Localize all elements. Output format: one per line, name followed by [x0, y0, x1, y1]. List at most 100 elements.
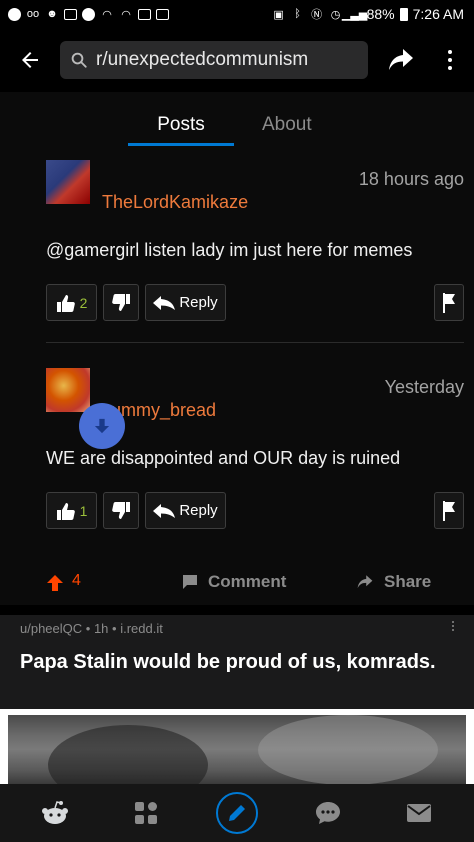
- reddit-snoo-icon: [42, 801, 69, 824]
- downvote-button[interactable]: [103, 284, 139, 321]
- nav-chat[interactable]: [303, 788, 353, 838]
- image-shape: [48, 725, 208, 784]
- status-bar: oo ☻ ◠ ◠ ▣ ᛒ Ⓝ ◷ ▁▃▅ 88% 7:26 AM: [0, 0, 474, 28]
- pencil-icon: [228, 805, 245, 821]
- reply-button[interactable]: Reply: [145, 284, 226, 321]
- report-button[interactable]: [434, 284, 464, 321]
- signal-icon: ▁▃▅: [341, 8, 368, 21]
- bluetooth-icon: ᛒ: [294, 8, 301, 20]
- reply-arrow-icon: [153, 295, 176, 310]
- share-arrow-icon: [389, 49, 413, 70]
- battery-percent: 88%: [366, 6, 395, 22]
- more-dot: [452, 629, 454, 631]
- battery-icon: [399, 7, 408, 21]
- gallery-icon: [138, 8, 151, 20]
- post-title[interactable]: Papa Stalin would be proud of us, komrad…: [20, 649, 450, 675]
- image-icon: [156, 8, 169, 20]
- share-button[interactable]: Share: [356, 572, 431, 592]
- thumbs-up-icon: [56, 294, 75, 312]
- lock-icon: ▣: [273, 8, 284, 21]
- downvote-button-active[interactable]: [79, 403, 125, 449]
- post-domain: i.redd.it: [120, 621, 163, 636]
- downvote-arrow-icon: [94, 418, 110, 434]
- paypal-icon: [82, 7, 95, 21]
- report-button[interactable]: [434, 492, 464, 529]
- alarm-icon: ◷: [330, 8, 341, 21]
- reply-button[interactable]: Reply: [145, 492, 226, 529]
- reply-label: Reply: [179, 294, 218, 311]
- notification-icon: ☻: [46, 8, 58, 20]
- feed: TheLordKamikaze 18 hours ago @gamergirl …: [0, 150, 474, 605]
- meta-separator: •: [112, 621, 121, 636]
- comment-label: Comment: [208, 572, 287, 591]
- post-score: 4: [72, 572, 81, 589]
- post-age: 1h: [93, 621, 109, 636]
- thumbs-up-icon: [56, 502, 75, 520]
- tabs-bar: Posts About: [0, 92, 474, 150]
- meta-separator: •: [85, 621, 94, 636]
- feed-separator: [0, 605, 474, 615]
- nav-home[interactable]: [30, 788, 80, 838]
- comment-button[interactable]: Comment: [182, 572, 286, 592]
- comment-body: @gamergirl listen lady im just here for …: [46, 240, 413, 260]
- comment-username[interactable]: TheLordKamikaze: [102, 192, 248, 213]
- comment-divider: [46, 342, 464, 343]
- avatar[interactable]: [46, 160, 90, 204]
- comment-bubble-icon: [183, 575, 197, 589]
- flag-icon: [443, 292, 455, 313]
- wifi-icon-2: ◠: [121, 8, 131, 21]
- tab-about[interactable]: About: [262, 114, 312, 136]
- email-icon: [64, 8, 77, 20]
- avatar[interactable]: [46, 368, 90, 412]
- tab-posts[interactable]: Posts: [128, 114, 234, 136]
- post-action-bar: 4 Comment Share: [0, 558, 474, 608]
- search-text: r/unexpectedcommunism: [96, 49, 309, 70]
- upvote-arrow-icon[interactable]: [46, 574, 64, 592]
- comment-actions: 1 Reply: [46, 492, 226, 529]
- status-icons-left: oo ☻ ◠ ◠: [8, 7, 169, 21]
- comment-body: WE are disappointed and OUR day is ruine…: [46, 448, 401, 468]
- more-dot: [452, 625, 454, 627]
- reply-label: Reply: [179, 502, 218, 519]
- share-subreddit-button[interactable]: [372, 28, 430, 92]
- clock: 7:26 AM: [412, 6, 464, 22]
- post-image[interactable]: [8, 715, 466, 784]
- more-dot: [448, 58, 452, 62]
- post-card[interactable]: u/pheelQC • 1h • i.redd.it Papa Stalin w…: [0, 615, 474, 715]
- active-tab-indicator: [128, 143, 234, 146]
- flag-icon: [443, 500, 455, 521]
- wifi-icon: ◠: [102, 8, 112, 21]
- spotify-icon: [8, 7, 21, 21]
- post-more-button[interactable]: [452, 621, 454, 631]
- post-meta: u/pheelQC • 1h • i.redd.it: [20, 621, 163, 636]
- grid-icon: [135, 802, 158, 824]
- downvote-button[interactable]: [103, 492, 139, 529]
- search-input[interactable]: r/unexpectedcommunism: [60, 41, 368, 79]
- upvote-button[interactable]: 2: [46, 284, 97, 321]
- voicemail-icon: oo: [26, 8, 40, 20]
- bottom-nav: [0, 784, 474, 842]
- mail-icon: [406, 804, 431, 822]
- thumbs-down-icon: [112, 501, 130, 519]
- back-button[interactable]: [0, 28, 60, 92]
- thumbs-down-icon: [112, 293, 130, 311]
- upvote-count: 2: [79, 294, 88, 311]
- nfc-icon: Ⓝ: [311, 9, 323, 21]
- nav-communities[interactable]: [121, 788, 171, 838]
- status-icons-right: ▣ ᛒ Ⓝ ◷ ▁▃▅ 88% 7:26 AM: [272, 6, 464, 22]
- post-author[interactable]: u/pheelQC: [20, 621, 82, 636]
- upvote-count: 1: [79, 502, 88, 519]
- nav-create-post[interactable]: [212, 788, 262, 838]
- nav-inbox[interactable]: [394, 788, 444, 838]
- back-arrow-icon: [22, 52, 38, 68]
- search-icon: [71, 52, 87, 68]
- upvote-button[interactable]: 1: [46, 492, 97, 529]
- image-shape: [258, 715, 438, 784]
- comment-actions: 2 Reply: [46, 284, 226, 321]
- comment-time: 18 hours ago: [358, 169, 464, 189]
- share-icon: [357, 575, 373, 589]
- more-dot: [448, 50, 452, 54]
- more-options-button[interactable]: [430, 28, 470, 92]
- app-bar: r/unexpectedcommunism: [0, 28, 474, 92]
- more-dot: [452, 621, 454, 623]
